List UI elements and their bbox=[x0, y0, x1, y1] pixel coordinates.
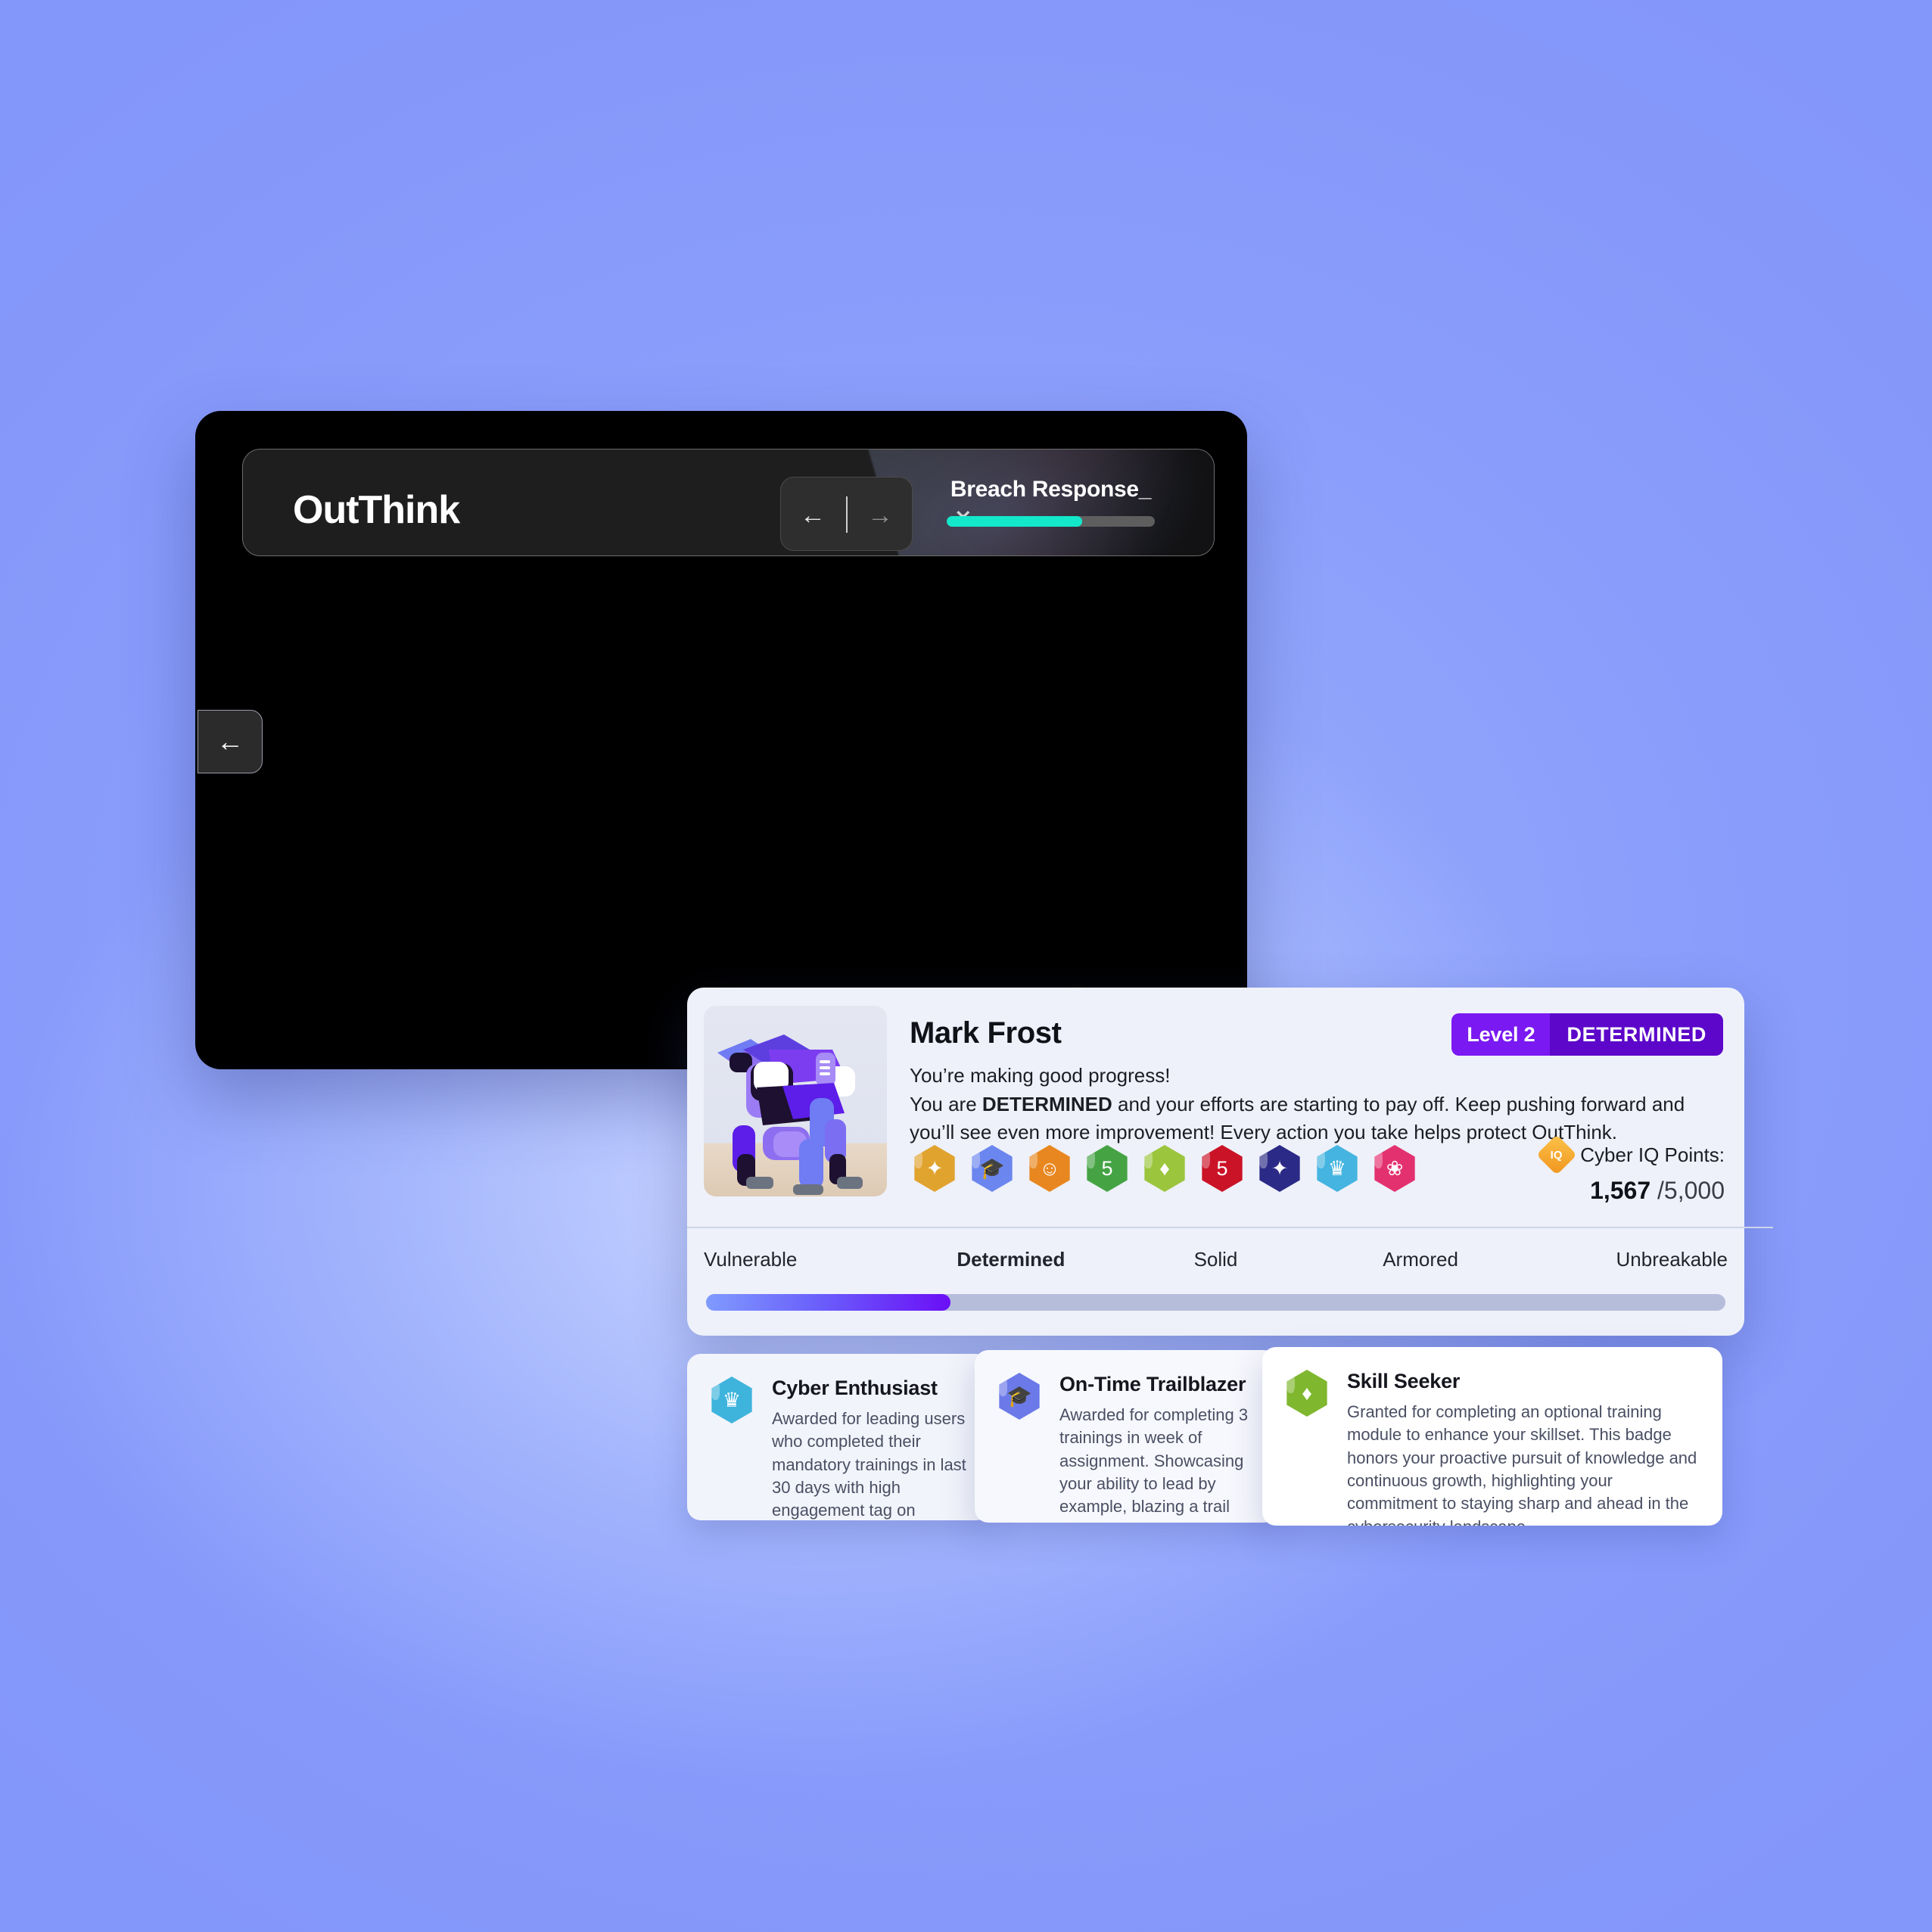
achievement-description: Awarded for leading users who completed … bbox=[772, 1409, 966, 1520]
module-progress-block: Breach Response_ bbox=[947, 477, 1155, 527]
graduation-cap-badge-icon: 🎓 bbox=[999, 1373, 1040, 1420]
status-badge: Level 2 DETERMINED bbox=[1451, 1013, 1723, 1056]
level-label: Determined bbox=[957, 1248, 1066, 1271]
achievement-title: Skill Seeker bbox=[1347, 1370, 1461, 1392]
flower-crown-badge-icon[interactable]: ❀ bbox=[1374, 1145, 1415, 1192]
shield-five-badge-icon[interactable]: 5 bbox=[1087, 1145, 1128, 1192]
smiling-face-badge-icon[interactable]: ☺ bbox=[1029, 1145, 1070, 1192]
nav-button-group[interactable]: ← → bbox=[780, 477, 913, 551]
level-label: Solid bbox=[1193, 1248, 1238, 1271]
achievement-description: Granted for completing an optional train… bbox=[1347, 1402, 1697, 1526]
achievement-title: Cyber Enthusiast bbox=[772, 1377, 938, 1399]
level-label: Vulnerable bbox=[704, 1248, 798, 1271]
app-header: OutThink ← → ⌄ Breach Response_ bbox=[242, 449, 1215, 556]
summary-strong: DETERMINED bbox=[982, 1093, 1112, 1115]
phishing-hook-badge-icon[interactable]: 5 bbox=[1202, 1145, 1243, 1192]
achievement-card[interactable]: ♦ Skill Seeker Granted for completing an… bbox=[1262, 1347, 1722, 1526]
cyber-iq-max: /5,000 bbox=[1657, 1177, 1725, 1204]
level-number-label: Level 2 bbox=[1451, 1013, 1551, 1056]
iq-diamond-icon: IQ bbox=[1536, 1134, 1578, 1175]
achievement-card[interactable]: 🎓 On-Time Trailblazer Awarded for comple… bbox=[975, 1350, 1277, 1523]
crown-sparkle-badge-icon[interactable]: ♛ bbox=[1317, 1145, 1358, 1192]
level-label: Armored bbox=[1383, 1248, 1458, 1271]
summary-prefix: You are bbox=[910, 1093, 982, 1115]
achievement-card[interactable]: ♛ Cyber Enthusiast Awarded for leading u… bbox=[687, 1354, 990, 1520]
cyber-iq-current: 1,567 bbox=[1590, 1177, 1651, 1204]
page-title: Mark Frost bbox=[910, 1016, 1062, 1050]
achievement-title: On-Time Trailblazer bbox=[1059, 1373, 1246, 1395]
sparkle-moon-badge-icon[interactable]: ✦ bbox=[1259, 1145, 1300, 1192]
nav-divider bbox=[846, 496, 848, 533]
level-progress-track bbox=[706, 1294, 1725, 1311]
graduation-cap-badge-icon[interactable]: 🎓 bbox=[972, 1145, 1013, 1192]
progress-headline: You’re making good progress! bbox=[910, 1064, 1171, 1087]
progress-summary: You are DETERMINED and your efforts are … bbox=[910, 1090, 1727, 1146]
robot-avatar-illustration bbox=[717, 1034, 863, 1195]
shield-leaf-badge-icon: ♦ bbox=[1286, 1370, 1327, 1417]
module-progress-track bbox=[947, 516, 1155, 527]
level-label: Unbreakable bbox=[1616, 1248, 1728, 1271]
comet-star-badge-icon[interactable]: ✦ bbox=[914, 1145, 955, 1192]
level-name-label: DETERMINED bbox=[1550, 1013, 1723, 1056]
iq-icon-text: IQ bbox=[1551, 1148, 1563, 1162]
level-labels-row: Vulnerable Determined Solid Armored Unbreaka… bbox=[687, 1248, 1744, 1271]
training-app-panel: OutThink ← → ⌄ Breach Response_ Strongly… bbox=[195, 411, 1247, 1069]
module-title: Breach Response_ bbox=[950, 477, 1152, 502]
user-profile-card: Mark Frost Level 2 DETERMINED You’re mak… bbox=[687, 988, 1773, 1336]
achievement-description: Awarded for completing 3 trainings in we… bbox=[1059, 1405, 1249, 1523]
cyber-iq-label: Cyber IQ Points: bbox=[1580, 1143, 1725, 1166]
avatar bbox=[704, 1006, 887, 1196]
cyber-iq-block: IQ Cyber IQ Points: 1,567 /5,000 bbox=[1536, 1134, 1725, 1205]
level-progress-fill bbox=[706, 1294, 951, 1311]
forward-arrow-icon[interactable]: → bbox=[863, 499, 897, 532]
back-arrow-icon[interactable]: ← bbox=[796, 499, 829, 532]
panel-back-button[interactable]: ← bbox=[198, 710, 263, 773]
crown-sparkle-badge-icon: ♛ bbox=[711, 1377, 752, 1423]
card-divider bbox=[687, 1227, 1773, 1228]
earned-badges-row: ✦ 🎓 ☺ 5 ♦ 5 ✦ ♛ ❀ bbox=[911, 1145, 1418, 1192]
module-progress-fill bbox=[947, 516, 1082, 527]
brand-logo: OutThink bbox=[293, 488, 460, 532]
shield-leaf-badge-icon[interactable]: ♦ bbox=[1144, 1145, 1185, 1192]
cyber-iq-values: 1,567 /5,000 bbox=[1542, 1177, 1725, 1205]
